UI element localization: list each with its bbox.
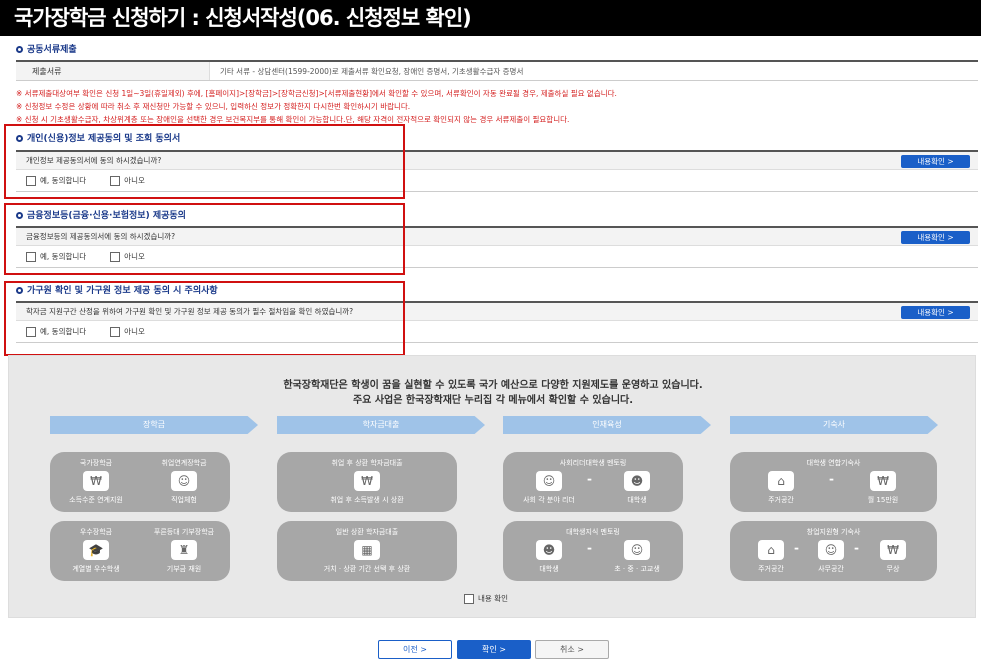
- highlight-box: [4, 203, 405, 275]
- card-desc: 소득수준 연계지원: [69, 496, 123, 504]
- card-title: 창업지원형 기숙사: [806, 528, 861, 536]
- card-icl-loan[interactable]: 취업 후 상환 학자금대출 ₩ 취업 후 소득발생 시 상환: [277, 452, 457, 512]
- notice-list: ※ 서류제출대상여부 확인은 신청 1일~3일(휴일제외) 후에, [홈페이지]…: [16, 87, 617, 126]
- highlight-box: [4, 124, 405, 199]
- lighthouse-icon: ♜: [171, 540, 197, 560]
- content-confirm: 내용 확인: [464, 593, 508, 604]
- content-confirm-checkbox[interactable]: [464, 594, 474, 604]
- student-icon: ☻: [624, 471, 650, 491]
- info-line-2: 주요 사업은 한국장학재단 누리집 각 메뉴에서 확인할 수 있습니다.: [352, 395, 634, 406]
- highlight-box: [4, 281, 405, 356]
- coin-icon: ₩: [83, 471, 109, 491]
- info-panel: 한국장학재단은 학생이 꿈을 실현할 수 있도록 국가 예산으로 다양한 지원제…: [8, 355, 976, 618]
- office-icon: ☺: [818, 540, 844, 560]
- money-icon: ₩: [354, 471, 380, 491]
- section-docs: 공동서류제출: [16, 42, 77, 55]
- money-icon: ₩: [880, 540, 906, 560]
- card-desc: 무상: [886, 565, 900, 573]
- confirm-button[interactable]: 확인 >: [457, 640, 531, 659]
- card-national-scholarship[interactable]: 국가장학금 취업연계장학금 ₩ ☺ 소득수준 연계지원 직업체험: [50, 452, 230, 512]
- card-desc: 거치 · 상환 기간 선택 후 상환: [323, 565, 411, 573]
- view-content-button[interactable]: 내용확인 >: [901, 155, 970, 168]
- card-desc: 기부금 재원: [166, 565, 202, 573]
- notice-item: ※ 서류제출대상여부 확인은 신청 1일~3일(휴일제외) 후에, [홈페이지]…: [16, 89, 617, 98]
- graduation-cap-icon: 🎓: [83, 540, 109, 560]
- card-general-loan[interactable]: 일반 상환 학자금대출 ▦ 거치 · 상환 기간 선택 후 상환: [277, 521, 457, 581]
- bullet-icon: [16, 46, 23, 53]
- card-title: 대학생 연합기숙사: [806, 459, 861, 467]
- leader-icon: ☺: [536, 471, 562, 491]
- money-icon: ₩: [870, 471, 896, 491]
- card-title: 취업연계장학금: [161, 459, 207, 467]
- card-desc: 대학생: [627, 496, 647, 504]
- category-scholarship: 장학금: [50, 416, 258, 434]
- card-desc: 초 · 중 · 고교생: [614, 565, 660, 573]
- cancel-button[interactable]: 취소 >: [535, 640, 609, 659]
- card-title: 푸른등대 기부장학금: [153, 528, 215, 536]
- card-desc: 사회 각 분야 리더: [523, 496, 575, 504]
- student-icon: ☻: [536, 540, 562, 560]
- card-social-leader-mentoring[interactable]: 사회리더대학생 멘토링 ☺ - ☻ 사회 각 분야 리더 대학생: [503, 452, 683, 512]
- children-icon: ☺: [624, 540, 650, 560]
- page-title: 국가장학금 신청하기 : 신청서작성(06. 신청정보 확인): [0, 0, 981, 36]
- card-desc: 주거공간: [758, 565, 784, 573]
- notice-item: ※ 신청정보 수정은 상황에 따라 취소 후 재신청만 가능할 수 있으니, 입…: [16, 102, 411, 111]
- house-icon: ⌂: [758, 540, 784, 560]
- category-talent: 인재육성: [503, 416, 711, 434]
- card-title: 대학생지식 멘토링: [566, 528, 620, 536]
- card-desc: 직업체험: [171, 496, 197, 504]
- view-content-button[interactable]: 내용확인 >: [901, 231, 970, 244]
- card-merit-scholarship[interactable]: 우수장학금 푸른등대 기부장학금 🎓 ♜ 계열별 우수학생 기부금 재원: [50, 521, 230, 581]
- house-icon: ⌂: [768, 471, 794, 491]
- card-desc: 계열별 우수학생: [72, 565, 120, 573]
- card-union-dorm[interactable]: 대학생 연합기숙사 ⌂ - ₩ 주거공간 월 15만원: [730, 452, 937, 512]
- calendar-icon: ▦: [354, 540, 380, 560]
- card-title: 일반 상환 학자금대출: [335, 528, 399, 536]
- card-desc: 주거공간: [768, 496, 794, 504]
- card-desc: 대학생: [539, 565, 559, 573]
- worker-icon: ☺: [171, 471, 197, 491]
- card-knowledge-mentoring[interactable]: 대학생지식 멘토링 ☻ - ☺ 대학생 초 · 중 · 고교생: [503, 521, 683, 581]
- card-desc: 월 15만원: [867, 496, 899, 504]
- category-loan: 학자금대출: [277, 416, 485, 434]
- card-desc: 사무공간: [818, 565, 844, 573]
- card-title: 국가장학금: [79, 459, 113, 467]
- card-startup-dorm[interactable]: 창업지원형 기숙사 ⌂ - ☺ - ₩ 주거공간 사무공간 무상: [730, 521, 937, 581]
- prev-button[interactable]: 이전 >: [378, 640, 452, 659]
- category-dorm: 기숙사: [730, 416, 938, 434]
- section-title: 공동서류제출: [27, 45, 77, 55]
- card-desc: 취업 후 소득발생 시 상환: [330, 496, 404, 504]
- card-title: 사회리더대학생 멘토링: [559, 459, 627, 467]
- view-content-button[interactable]: 내용확인 >: [901, 306, 970, 319]
- docs-value: 기타 서류 - 상담센터(1599-2000)로 제출서류 확인요청, 장애인 …: [220, 67, 524, 76]
- docs-table: 제출서류 기타 서류 - 상담센터(1599-2000)로 제출서류 확인요청,…: [16, 60, 978, 81]
- docs-header: 제출서류: [16, 62, 210, 80]
- info-line-1: 한국장학재단은 학생이 꿈을 실현할 수 있도록 국가 예산으로 다양한 지원제…: [283, 380, 703, 391]
- card-title: 취업 후 상환 학자금대출: [331, 459, 403, 467]
- content-confirm-label: 내용 확인: [478, 594, 508, 603]
- card-title: 우수장학금: [79, 528, 113, 536]
